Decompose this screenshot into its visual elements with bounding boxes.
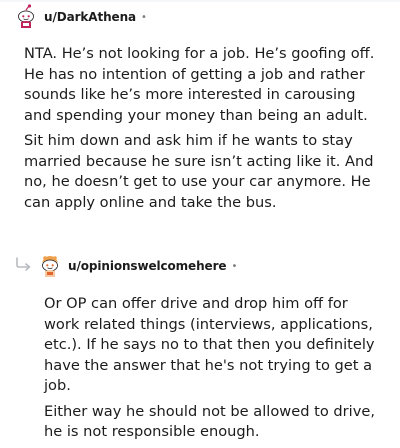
comment-username[interactable]: u/opinionswelcomehere: [68, 259, 227, 273]
snoo-avatar-icon: [42, 256, 58, 277]
meta-separator: •: [231, 260, 238, 272]
user-avatar[interactable]: [38, 253, 62, 279]
meta-separator: •: [141, 11, 147, 23]
comment-paragraph: NTA. He’s not looking for a job. He’s go…: [24, 45, 375, 124]
comment-body: Or OP can offer drive and drop him off f…: [44, 294, 384, 448]
user-avatar[interactable]: [14, 4, 38, 30]
reply-arrow-icon: [14, 256, 34, 272]
comment-body: NTA. He’s not looking for a job. He’s go…: [24, 44, 386, 218]
comment-paragraph: Sit him down and ask him if he wants to …: [24, 132, 374, 211]
top-edge: [0, 0, 400, 2]
comment-header: u/DarkAthena •: [14, 3, 147, 31]
snoo-avatar-icon: [18, 4, 34, 28]
comment-paragraph: Or OP can offer drive and drop him off f…: [44, 295, 375, 394]
comment-paragraph: Either way he should not be allowed to d…: [44, 402, 375, 441]
comment-header: u/opinionswelcomehere •: [38, 252, 237, 280]
comment-username[interactable]: u/DarkAthena: [44, 10, 136, 24]
